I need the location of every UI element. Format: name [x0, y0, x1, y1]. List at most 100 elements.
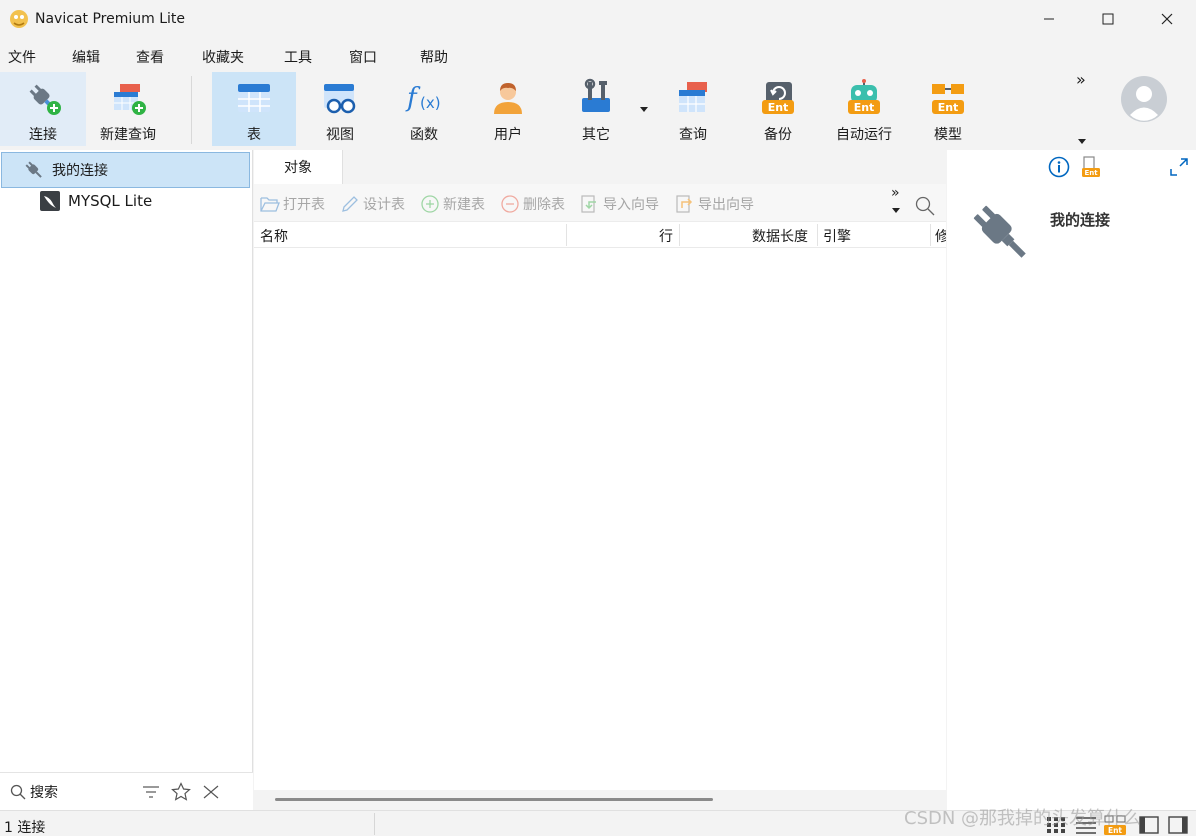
toolbar-overflow-button[interactable]: »	[1076, 70, 1086, 89]
status-connections: 1 连接	[4, 820, 46, 836]
object-toolbar-overflow-button[interactable]: »	[891, 185, 900, 201]
backup-label: 备份	[764, 127, 792, 143]
export-wizard-button[interactable]: 导出向导	[675, 194, 754, 214]
search-icon[interactable]	[915, 196, 935, 216]
query-button[interactable]: 查询	[652, 72, 734, 146]
nav-search-input[interactable]: 搜索	[30, 782, 58, 802]
dropdown-arrow-icon[interactable]	[640, 107, 648, 112]
table-button[interactable]: 表	[212, 72, 296, 146]
other-label: 其它	[582, 127, 610, 143]
new-table-button[interactable]: 新建表	[420, 194, 485, 214]
svg-text:(x): (x)	[420, 94, 441, 112]
menu-window[interactable]: 窗口	[349, 47, 377, 67]
view-icon	[324, 84, 356, 114]
info-icon[interactable]	[1048, 156, 1070, 178]
expand-icon[interactable]	[1169, 157, 1189, 177]
menu-file[interactable]: 文件	[8, 47, 36, 67]
menu-view[interactable]: 查看	[136, 47, 164, 67]
menu-help[interactable]: 帮助	[420, 47, 448, 67]
function-button[interactable]: f (x) 函数	[382, 72, 466, 146]
connection-navigator: 我的连接 MYSQL Lite 搜索	[0, 150, 253, 810]
collapse-icon[interactable]	[202, 784, 220, 800]
export-wizard-label: 导出向导	[698, 197, 754, 213]
title-bar: Navicat Premium Lite	[0, 0, 1196, 38]
function-label: 函数	[410, 127, 438, 143]
table-label: 表	[247, 127, 261, 143]
column-modified[interactable]: 修	[935, 226, 946, 246]
scrollbar-thumb[interactable]	[275, 798, 713, 801]
table-icon	[238, 84, 270, 112]
column-divider[interactable]	[679, 224, 680, 246]
other-button[interactable]: 其它	[556, 72, 650, 146]
toolbar-separator	[191, 76, 192, 144]
menu-edit[interactable]: 编辑	[72, 47, 100, 67]
model-button[interactable]: Ent 模型	[908, 72, 988, 146]
open-table-label: 打开表	[283, 197, 325, 213]
column-divider[interactable]	[566, 224, 567, 246]
tab-objects-label: 对象	[284, 160, 312, 176]
column-engine[interactable]: 引擎	[823, 226, 851, 246]
automation-label: 自动运行	[836, 127, 892, 143]
user-icon	[494, 83, 522, 114]
folder-open-icon	[260, 197, 280, 212]
navicat-logo-icon	[10, 10, 28, 28]
star-icon[interactable]	[171, 782, 191, 802]
filter-icon[interactable]	[142, 784, 160, 800]
remove-circle-icon	[501, 195, 519, 213]
menu-tools[interactable]: 工具	[284, 47, 312, 67]
new-table-label: 新建表	[443, 197, 485, 213]
search-icon	[10, 784, 26, 799]
connect-label: 连接	[29, 127, 57, 143]
plug-icon	[973, 205, 1026, 258]
tab-objects[interactable]: 对象	[254, 150, 343, 184]
column-divider[interactable]	[930, 224, 931, 246]
import-wizard-button[interactable]: 导入向导	[580, 194, 659, 214]
view-label: 视图	[326, 127, 354, 143]
column-rows[interactable]: 行	[659, 226, 673, 246]
plug-icon	[29, 84, 61, 115]
ddl-ent-icon[interactable]: Ent	[1080, 156, 1102, 178]
import-icon	[581, 195, 596, 213]
new-query-button[interactable]: 新建查询	[88, 72, 168, 146]
avatar[interactable]	[1121, 76, 1167, 122]
model-label: 模型	[934, 127, 962, 143]
menu-favorites[interactable]: 收藏夹	[202, 47, 244, 67]
automation-button[interactable]: Ent 自动运行	[822, 72, 906, 146]
new-query-icon	[114, 84, 146, 115]
column-data-length[interactable]: 数据长度	[752, 226, 808, 246]
nav-connection-label: MYSQL Lite	[68, 192, 153, 210]
object-toolbar-dropdown-icon[interactable]	[892, 208, 900, 213]
add-circle-icon	[421, 195, 439, 213]
nav-search-bar: 搜索	[0, 772, 253, 810]
status-separator	[374, 813, 375, 835]
design-table-button[interactable]: 设计表	[340, 194, 405, 214]
function-icon: f (x)	[405, 83, 441, 113]
open-table-button[interactable]: 打开表	[260, 194, 325, 214]
window-title: Navicat Premium Lite	[35, 11, 185, 27]
info-pane: Ent 我的连接	[947, 150, 1196, 810]
backup-button[interactable]: Ent 备份	[737, 72, 819, 146]
plug-icon	[25, 161, 42, 178]
object-grid-header: 名称 行 数据长度 引擎 修	[254, 222, 946, 248]
view-button[interactable]: 视图	[298, 72, 382, 146]
toolbar-dropdown-icon[interactable]	[1078, 139, 1086, 144]
nav-connection-mysql-lite[interactable]: MYSQL Lite	[0, 183, 253, 219]
maximize-icon	[1102, 13, 1113, 25]
close-button[interactable]	[1137, 0, 1196, 38]
tab-strip: 对象	[254, 150, 946, 184]
import-wizard-label: 导入向导	[603, 197, 659, 213]
delete-table-button[interactable]: 删除表	[500, 194, 565, 214]
column-divider[interactable]	[817, 224, 818, 246]
right-panel-toggle-icon[interactable]	[1168, 816, 1188, 834]
maximize-button[interactable]	[1078, 0, 1137, 38]
horizontal-scrollbar[interactable]	[254, 790, 946, 810]
object-pane: 对象 打开表 设计表 新建表 删除表 导入向导 导出向导 » 名称 行 数据长度…	[254, 150, 946, 810]
minimize-button[interactable]	[1019, 0, 1078, 38]
column-name[interactable]: 名称	[260, 226, 288, 246]
user-button[interactable]: 用户	[466, 72, 550, 146]
left-panel-toggle-icon[interactable]	[1139, 816, 1159, 834]
pencil-icon	[342, 196, 358, 212]
connect-button[interactable]: 连接	[0, 72, 86, 146]
mysql-icon	[40, 191, 60, 211]
backup-icon: Ent	[762, 82, 794, 114]
